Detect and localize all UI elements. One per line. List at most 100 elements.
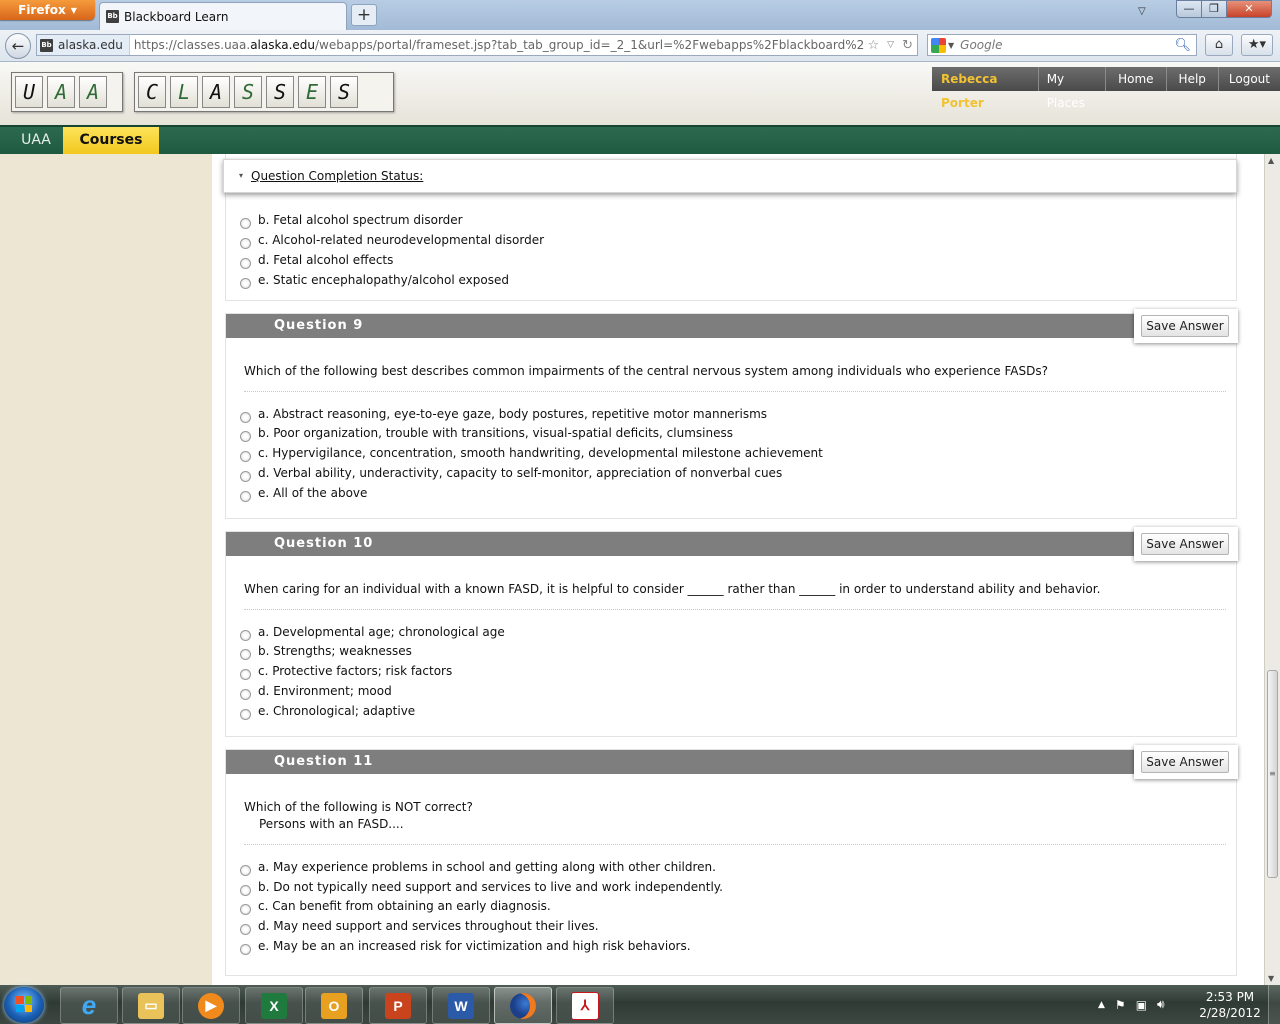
radio-button[interactable] (240, 668, 251, 680)
tab-uaa[interactable]: UAA (10, 127, 62, 154)
radio-button[interactable] (240, 430, 251, 442)
question-completion-status[interactable]: ▾ Question Completion Status: (223, 159, 1237, 193)
home-icon[interactable]: ⌂ (1205, 34, 1233, 56)
radio-button[interactable] (240, 237, 251, 249)
completion-status-label[interactable]: Question Completion Status: (251, 169, 423, 183)
bookmark-star-icon[interactable]: ☆ (864, 38, 884, 53)
answer-option[interactable]: b. Strengths; weaknesses (240, 641, 412, 661)
answer-option[interactable]: a. Abstract reasoning, eye-to-eye gaze, … (240, 404, 767, 424)
question-box: Question 9 Save Answer Which of the foll… (225, 309, 1238, 519)
page-scrollbar[interactable]: ▲ ≡ ▼ (1264, 154, 1280, 985)
save-answer-button[interactable]: Save Answer (1141, 751, 1229, 773)
answer-option[interactable]: d. Verbal ability, underactivity, capaci… (240, 463, 782, 483)
answer-option-label: d. Verbal ability, underactivity, capaci… (258, 466, 783, 480)
home-link[interactable]: Home (1106, 67, 1167, 91)
radio-button[interactable] (240, 943, 251, 955)
radio-button[interactable] (240, 450, 251, 462)
radio-button[interactable] (240, 884, 251, 896)
radio-button[interactable] (240, 277, 251, 289)
answer-option[interactable]: e. May be an an increased risk for victi… (240, 936, 691, 956)
answer-option[interactable]: d. Fetal alcohol effects (240, 250, 393, 270)
logo-letter: U (15, 76, 43, 108)
answer-option[interactable]: a. May experience problems in school and… (240, 857, 716, 877)
logo-letter: A (79, 76, 107, 108)
answer-option[interactable]: e. Chronological; adaptive (240, 701, 415, 721)
search-bar[interactable]: ▼ Google 🔍︎ (927, 34, 1197, 56)
bookmarks-menu-icon[interactable]: ★▾ (1241, 34, 1273, 56)
answer-option[interactable]: c. Protective factors; risk factors (240, 661, 452, 681)
clock-date: 2/28/2012 (1199, 1006, 1261, 1020)
answer-option[interactable]: a. Developmental age; chronological age (240, 622, 505, 642)
url-text[interactable]: https://classes.uaa.alaska.edu/webapps/p… (130, 38, 864, 52)
reload-icon[interactable]: ↻ (898, 38, 917, 53)
volume-icon[interactable]: 🔊︎ (1157, 997, 1165, 1012)
radio-button[interactable] (240, 903, 251, 915)
classes-logo[interactable]: C L A S S E S (134, 72, 394, 112)
answer-option[interactable]: c. Alcohol-related neurodevelopmental di… (240, 230, 544, 250)
scroll-up-icon[interactable]: ▲ (1268, 156, 1274, 165)
radio-button[interactable] (240, 470, 251, 482)
show-hidden-icons-icon[interactable]: ▲ (1098, 1000, 1105, 1010)
answer-option-label: c. Protective factors; risk factors (258, 664, 453, 678)
logo-letter: L (170, 76, 198, 108)
search-icon[interactable]: 🔍︎ (1174, 38, 1191, 53)
tab-courses[interactable]: Courses (63, 127, 159, 154)
taskbar-file-explorer[interactable]: ▭ (122, 987, 180, 1024)
help-link[interactable]: Help (1166, 67, 1219, 91)
url-dropdown-icon[interactable]: ▽ (883, 40, 898, 50)
window-maximize-button[interactable]: ❐ (1201, 0, 1227, 18)
taskbar-word[interactable]: W (432, 987, 490, 1024)
browser-tab-blackboard[interactable]: Bb Blackboard Learn (99, 2, 347, 30)
taskbar-outlook[interactable]: O (305, 987, 363, 1024)
taskbar-clock[interactable]: 2:53 PM 2/28/2012 (1196, 989, 1264, 1021)
radio-button[interactable] (240, 688, 251, 700)
radio-button[interactable] (240, 864, 251, 876)
show-desktop-button[interactable] (1268, 985, 1280, 1024)
answer-option[interactable]: c. Can benefit from obtaining an early d… (240, 896, 551, 916)
site-identity-button[interactable]: Bb alaska.edu (37, 35, 130, 55)
divider (244, 609, 1226, 610)
taskbar-acrobat[interactable]: ⅄ (556, 987, 614, 1024)
answer-option[interactable]: d. Environment; mood (240, 681, 392, 701)
action-center-flag-icon[interactable]: ⚑ (1115, 998, 1126, 1012)
save-answer-button[interactable]: Save Answer (1141, 315, 1229, 337)
radio-button[interactable] (240, 648, 251, 660)
save-answer-button[interactable]: Save Answer (1141, 533, 1229, 555)
tab-list-chevron-icon[interactable]: ▽ (1138, 6, 1146, 17)
network-icon[interactable]: ▣ (1136, 998, 1147, 1012)
search-engine-dropdown-icon[interactable]: ▼ (948, 41, 954, 50)
radio-button[interactable] (240, 217, 251, 229)
taskbar-media-player[interactable]: ▶ (182, 987, 240, 1024)
answer-option[interactable]: c. Hypervigilance, concentration, smooth… (240, 443, 823, 463)
answer-option[interactable]: e. All of the above (240, 483, 367, 503)
window-close-button[interactable]: ✕ (1226, 0, 1272, 18)
radio-button[interactable] (240, 923, 251, 935)
answer-option[interactable]: b. Do not typically need support and ser… (240, 877, 723, 897)
taskbar-excel[interactable]: X (245, 987, 303, 1024)
radio-button[interactable] (240, 629, 251, 641)
logout-link[interactable]: Logout (1218, 67, 1280, 91)
address-bar[interactable]: Bb alaska.edu https://classes.uaa.alaska… (36, 34, 918, 56)
new-tab-button[interactable]: + (351, 4, 377, 26)
back-arrow-icon[interactable]: ← (5, 33, 31, 59)
answer-option[interactable]: b. Fetal alcohol spectrum disorder (240, 210, 463, 230)
scrollbar-thumb[interactable]: ≡ (1267, 670, 1278, 878)
window-minimize-button[interactable]: — (1176, 0, 1202, 18)
answer-option[interactable]: d. May need support and services through… (240, 916, 599, 936)
site-identity-label: alaska.edu (58, 38, 123, 52)
scroll-down-icon[interactable]: ▼ (1268, 974, 1274, 983)
firefox-menu-button[interactable]: Firefox ▼ (0, 0, 95, 20)
taskbar-powerpoint[interactable]: P (369, 987, 427, 1024)
my-places-link[interactable]: My Places (1038, 67, 1107, 110)
start-button[interactable] (4, 987, 44, 1023)
radio-button[interactable] (240, 257, 251, 269)
answer-option[interactable]: e. Static encephalopathy/alcohol exposed (240, 270, 509, 290)
radio-button[interactable] (240, 708, 251, 720)
uaa-logo[interactable]: U A A (11, 72, 123, 112)
answer-option[interactable]: b. Poor organization, trouble with trans… (240, 423, 733, 443)
taskbar-firefox[interactable] (494, 987, 552, 1024)
radio-button[interactable] (240, 411, 251, 423)
user-name-link[interactable]: Rebecca Porter (932, 67, 1039, 110)
taskbar-internet-explorer[interactable]: e (60, 987, 118, 1024)
radio-button[interactable] (240, 490, 251, 502)
